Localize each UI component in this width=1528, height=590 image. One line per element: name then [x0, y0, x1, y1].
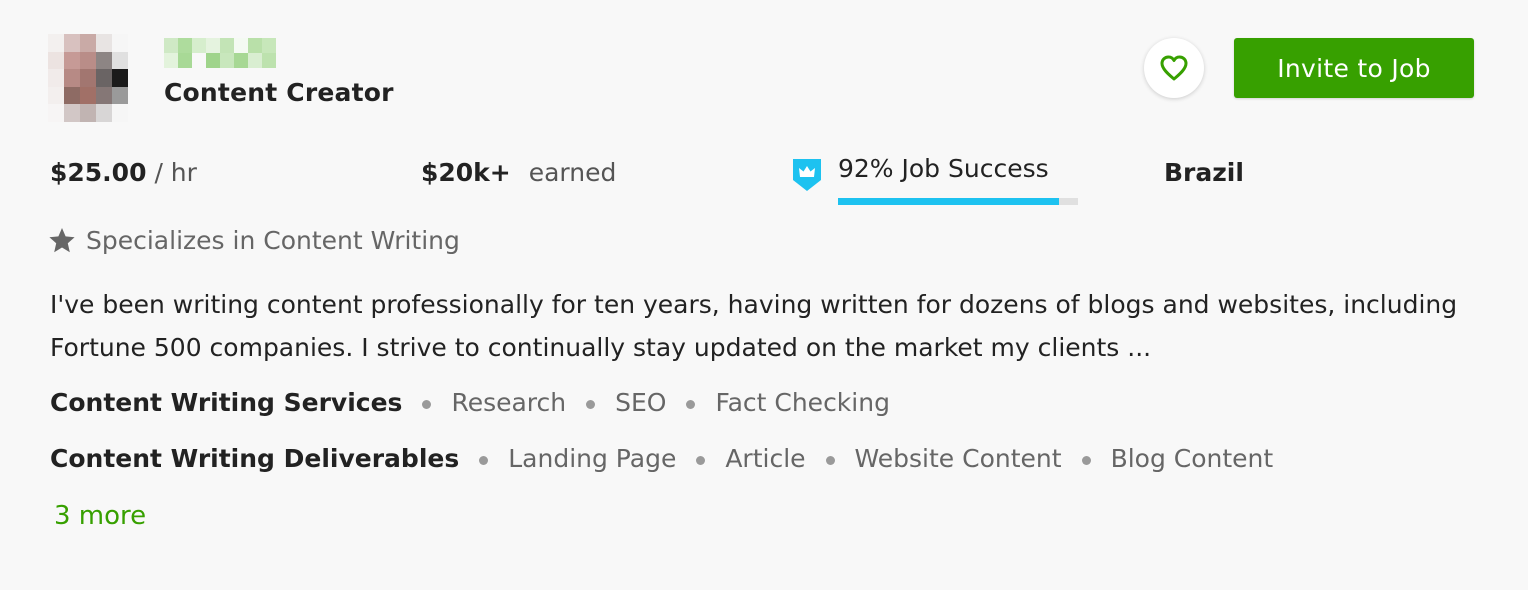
- skill-tag[interactable]: Landing Page: [508, 444, 676, 473]
- hourly-rate: $25.00 / hr: [50, 158, 197, 187]
- avatar[interactable]: [48, 34, 128, 122]
- skill-row: Content Writing Services Research SEO Fa…: [50, 388, 890, 417]
- skill-row: Content Writing Deliverables Landing Pag…: [50, 444, 1273, 473]
- bullet-separator: [479, 456, 489, 465]
- earned-value: $20k+: [421, 158, 511, 187]
- skill-category: Content Writing Services: [50, 388, 403, 417]
- skill-tag[interactable]: Article: [725, 444, 805, 473]
- more-skills-link[interactable]: 3 more: [54, 501, 146, 531]
- description: I've been writing content professionally…: [50, 290, 1458, 362]
- skill-tag[interactable]: Research: [451, 388, 566, 417]
- job-success-text: 92% Job Success: [838, 154, 1049, 183]
- rate-value: $25.00: [50, 158, 147, 187]
- specialization-text: Specializes in Content Writing: [86, 226, 460, 255]
- bullet-separator: [825, 456, 835, 465]
- total-earned: $20k+ earned: [421, 158, 616, 187]
- bullet-separator: [1081, 456, 1091, 465]
- specialization: Specializes in Content Writing: [48, 226, 460, 255]
- top-rated-badge-icon: [793, 159, 821, 191]
- bullet-separator: [422, 400, 432, 409]
- bullet-separator: [696, 456, 706, 465]
- bullet-separator: [586, 400, 596, 409]
- heart-icon: [1160, 55, 1188, 81]
- freelancer-title: Content Creator: [164, 78, 394, 107]
- skill-category: Content Writing Deliverables: [50, 444, 460, 473]
- earned-label: earned: [528, 158, 617, 187]
- bullet-separator: [686, 400, 696, 409]
- skill-tag[interactable]: Fact Checking: [715, 388, 889, 417]
- invite-to-job-button[interactable]: Invite to Job: [1234, 38, 1474, 98]
- job-success-bar: [838, 198, 1078, 205]
- freelancer-name-redacted[interactable]: [164, 38, 278, 68]
- freelancer-card: Content Creator Invite to Job $25.00 / h…: [0, 0, 1528, 590]
- skill-tag[interactable]: Website Content: [855, 444, 1062, 473]
- skill-tag[interactable]: Blog Content: [1111, 444, 1274, 473]
- job-success-bar-fill: [838, 198, 1059, 205]
- favorite-button[interactable]: [1144, 38, 1204, 98]
- country: Brazil: [1164, 158, 1244, 187]
- rate-unit: / hr: [154, 158, 197, 187]
- star-icon: [49, 228, 75, 253]
- skill-tag[interactable]: SEO: [615, 388, 666, 417]
